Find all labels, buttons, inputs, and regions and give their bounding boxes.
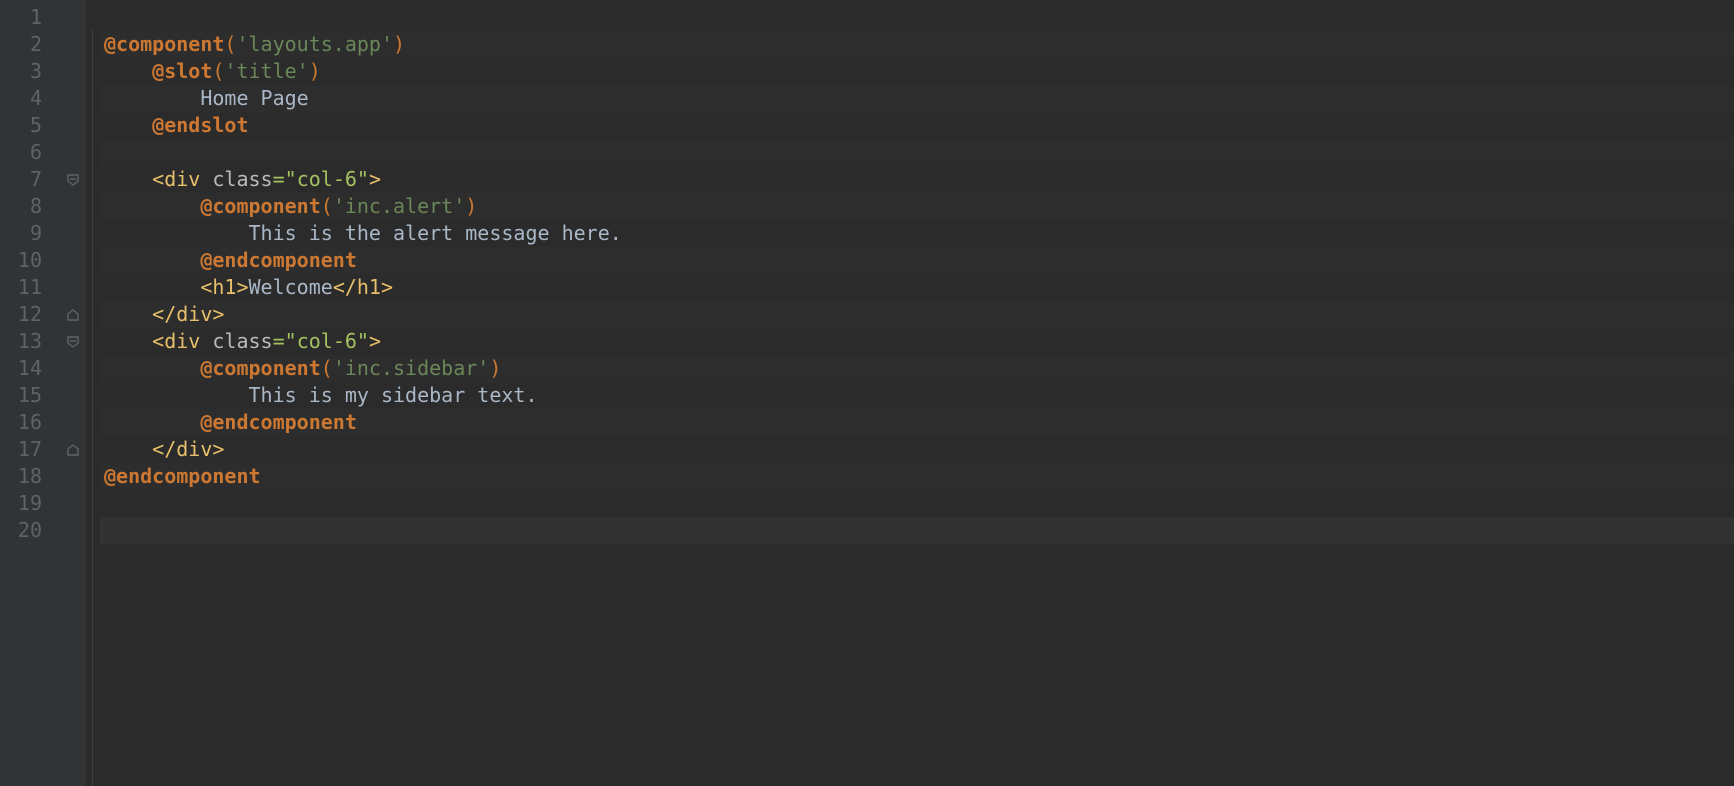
paren: ) [393, 32, 405, 56]
line-number: 16 [0, 409, 60, 436]
line-number: 13 [0, 328, 60, 355]
code-line[interactable]: @endcomponent [100, 463, 1734, 490]
code-text: Welcome [249, 275, 333, 299]
code-text: This is the alert message here. [249, 221, 622, 245]
line-number: 1 [0, 4, 60, 31]
blade-directive: @endcomponent [200, 410, 357, 434]
code-editor[interactable]: 1 2 3 4 5 6 7 8 9 10 11 12 13 14 15 16 1… [0, 0, 1734, 786]
blade-directive: @endslot [152, 113, 248, 137]
line-number: 9 [0, 220, 60, 247]
html-tag: > [369, 167, 381, 191]
code-line[interactable]: @endcomponent [100, 247, 1734, 274]
html-tag: </h1> [333, 275, 393, 299]
line-number: 6 [0, 139, 60, 166]
code-line[interactable]: @endcomponent [100, 409, 1734, 436]
html-tag: <div [152, 167, 212, 191]
paren: ( [321, 356, 333, 380]
string-literal: 'inc.alert' [333, 194, 465, 218]
attr-value: "col-6" [285, 329, 369, 353]
code-line[interactable]: @endslot [100, 112, 1734, 139]
line-number: 8 [0, 193, 60, 220]
code-line[interactable]: This is my sidebar text. [100, 382, 1734, 409]
line-number: 18 [0, 463, 60, 490]
html-attr: class [212, 167, 272, 191]
html-tag: <div [152, 329, 212, 353]
fold-open-icon[interactable] [60, 166, 86, 193]
fold-close-icon[interactable] [60, 436, 86, 463]
paren: ( [224, 32, 236, 56]
code-line-current[interactable] [100, 517, 1734, 544]
blade-directive: @component [104, 32, 224, 56]
blade-directive: @component [200, 194, 320, 218]
paren: ( [212, 59, 224, 83]
line-number-gutter: 1 2 3 4 5 6 7 8 9 10 11 12 13 14 15 16 1… [0, 0, 60, 786]
attr-value: "col-6" [285, 167, 369, 191]
paren: ( [321, 194, 333, 218]
code-line[interactable] [100, 139, 1734, 166]
html-tag: <h1> [200, 275, 248, 299]
code-line[interactable]: @slot('title') [100, 58, 1734, 85]
blade-directive: @component [200, 356, 320, 380]
paren: ) [465, 194, 477, 218]
html-tag: </div> [152, 302, 224, 326]
line-number: 4 [0, 85, 60, 112]
line-number: 14 [0, 355, 60, 382]
code-line[interactable]: @component('inc.sidebar') [100, 355, 1734, 382]
code-line[interactable]: @component('inc.alert') [100, 193, 1734, 220]
code-line[interactable]: <h1>Welcome</h1> [100, 274, 1734, 301]
indent-guide [86, 0, 100, 786]
line-number: 2 [0, 31, 60, 58]
blade-directive: @slot [152, 59, 212, 83]
code-line[interactable] [100, 490, 1734, 517]
line-number: 17 [0, 436, 60, 463]
code-line[interactable] [100, 4, 1734, 31]
string-literal: 'layouts.app' [236, 32, 393, 56]
code-line[interactable]: <div class="col-6"> [100, 166, 1734, 193]
code-line[interactable]: <div class="col-6"> [100, 328, 1734, 355]
code-line[interactable]: </div> [100, 436, 1734, 463]
code-text-area[interactable]: @component('layouts.app') @slot('title')… [100, 0, 1734, 786]
line-number: 12 [0, 301, 60, 328]
line-number: 19 [0, 490, 60, 517]
fold-close-icon[interactable] [60, 301, 86, 328]
line-number: 5 [0, 112, 60, 139]
blade-directive: @endcomponent [200, 248, 357, 272]
line-number: 15 [0, 382, 60, 409]
line-number: 3 [0, 58, 60, 85]
html-tag: > [369, 329, 381, 353]
string-literal: 'title' [224, 59, 308, 83]
line-number: 10 [0, 247, 60, 274]
attr-eq: = [273, 167, 285, 191]
html-attr: class [212, 329, 272, 353]
html-tag: </div> [152, 437, 224, 461]
fold-gutter [60, 0, 86, 786]
code-text: This is my sidebar text. [249, 383, 538, 407]
line-number: 7 [0, 166, 60, 193]
paren: ) [489, 356, 501, 380]
code-line[interactable]: Home Page [100, 85, 1734, 112]
line-number: 20 [0, 517, 60, 544]
paren: ) [309, 59, 321, 83]
attr-eq: = [273, 329, 285, 353]
code-line[interactable]: @component('layouts.app') [100, 31, 1734, 58]
code-line[interactable]: This is the alert message here. [100, 220, 1734, 247]
line-number: 11 [0, 274, 60, 301]
blade-directive: @endcomponent [104, 464, 261, 488]
string-literal: 'inc.sidebar' [333, 356, 490, 380]
code-line[interactable]: </div> [100, 301, 1734, 328]
fold-open-icon[interactable] [60, 328, 86, 355]
code-text: Home Page [200, 86, 308, 110]
